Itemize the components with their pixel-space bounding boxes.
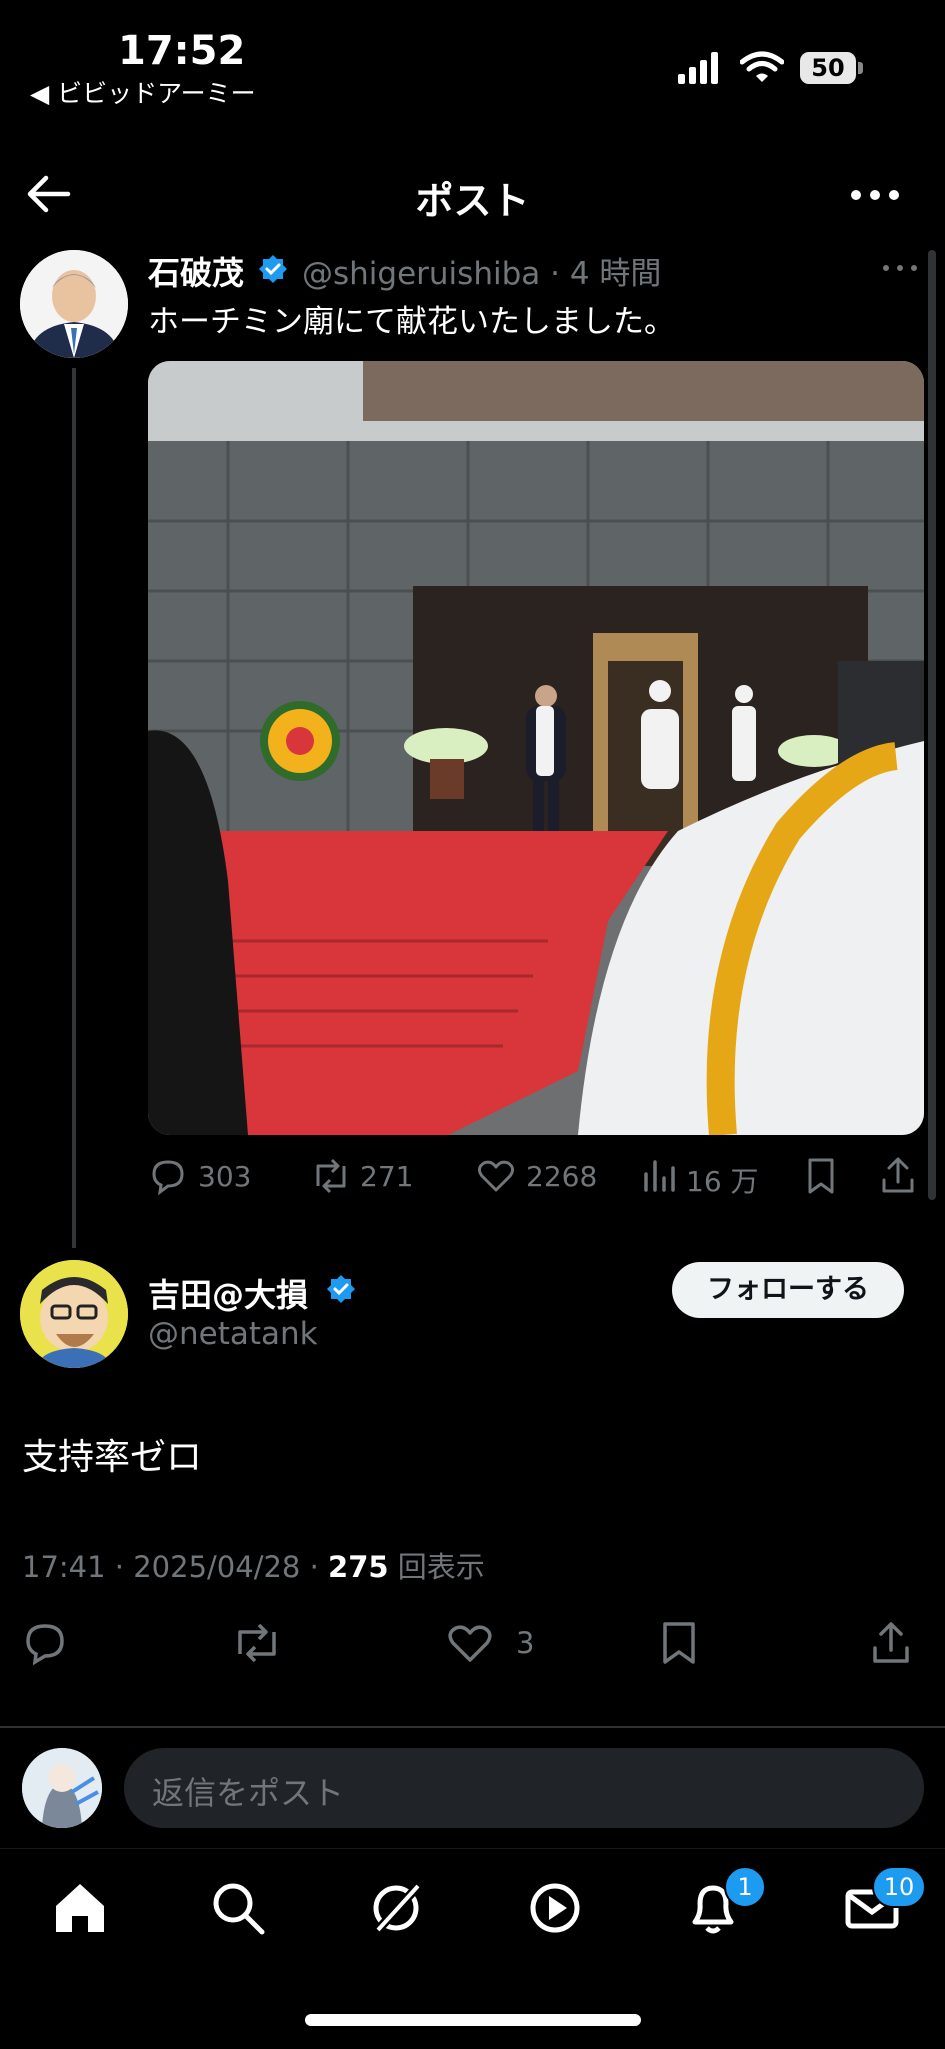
views-label: 回表示 [388,1550,485,1584]
repost-icon [316,1158,346,1194]
heart-icon[interactable] [446,1620,494,1666]
share-icon[interactable] [870,1620,912,1666]
reply-input[interactable]: 返信をポスト [124,1748,924,1828]
reply-icon[interactable] [22,1620,68,1666]
quoted-share-icon[interactable] [880,1156,916,1196]
post-meta: 17:41 · 2025/04/28 · 275 回表示 [22,1544,485,1586]
avatar-shigeruishiba[interactable] [20,250,128,358]
cellular-signal-icon [678,52,718,84]
divider [0,1726,945,1728]
home-icon[interactable] [50,1878,110,1938]
author-handle: @netatank [148,1316,318,1352]
search-icon[interactable] [208,1878,268,1938]
battery-icon: 50 [800,52,864,84]
quoted-repost-button[interactable]: 271 [310,1156,430,1196]
author-name[interactable]: 吉田@大損 [148,1270,308,1316]
my-avatar[interactable] [22,1748,102,1828]
quoted-like-button[interactable]: 2268 [476,1156,616,1196]
video-play-icon[interactable] [525,1878,585,1938]
home-indicator [305,2014,641,2026]
like-count: 3 [516,1626,535,1660]
battery-level: 50 [800,52,856,84]
post-timestamp: 17:41 · 2025/04/28 · [22,1550,329,1584]
avatar-netatank[interactable] [20,1260,128,1368]
quoted-reply-count: 303 [198,1160,252,1193]
views-count[interactable]: 275 [328,1550,389,1584]
post-photo[interactable] [148,361,924,1135]
quoted-author-name[interactable]: 石破茂 [148,248,244,294]
repost-icon[interactable] [230,1620,284,1666]
quoted-like-count: 2268 [526,1160,598,1193]
post-text: 支持率ゼロ [22,1437,203,1478]
scrollbar[interactable] [928,250,936,1200]
reply-placeholder: 返信をポスト [152,1774,345,1812]
grok-icon[interactable] [366,1878,426,1938]
quoted-reply-button[interactable]: 303 [148,1156,268,1196]
quoted-more-icon[interactable] [880,258,920,278]
more-options-icon[interactable] [848,178,902,212]
quoted-handle-time: @shigeruishiba · 4 時間 [302,256,662,292]
page-title: ポスト [415,179,530,223]
views-chart-icon [644,1160,675,1192]
verified-badge-icon [327,1275,355,1303]
reply-icon [152,1160,184,1196]
heart-icon [477,1160,515,1192]
wifi-icon [740,51,784,82]
messages-badge: 10 [872,1866,926,1908]
thread-line [72,368,76,1248]
quoted-views-button[interactable]: 16 万 [642,1156,772,1198]
bookmark-icon[interactable] [660,1620,698,1666]
back-to-app-link[interactable]: ◀ ビビッドアーミー [30,74,256,110]
follow-button[interactable]: フォローする [672,1262,904,1318]
quoted-repost-count: 271 [360,1160,414,1193]
quoted-post-text: ホーチミン廟にて献花いたしました。 [148,304,675,340]
quoted-views-count: 16 万 [686,1165,759,1198]
quoted-bookmark-icon[interactable] [806,1156,836,1196]
status-time: 17:52 [118,28,246,74]
notifications-badge: 1 [724,1866,766,1908]
verified-badge-icon [259,255,287,283]
